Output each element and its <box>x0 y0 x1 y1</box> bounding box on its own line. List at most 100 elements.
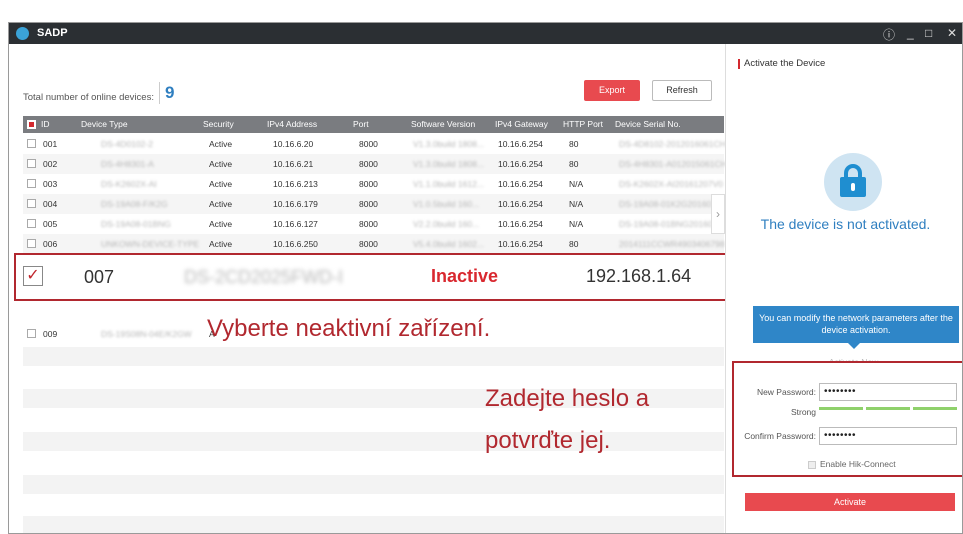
table-row[interactable]: 005 DS-19A08-01BNG Active 10.16.6.127 80… <box>23 214 724 234</box>
cell-gateway: 10.16.6.254 <box>498 239 543 249</box>
cell-id: 007 <box>84 267 115 287</box>
table-header: ID Device Type Security IPv4 Address Por… <box>23 116 724 133</box>
cell-ip: 10.16.6.21 <box>273 159 314 169</box>
hik-connect-checkbox[interactable] <box>808 461 816 469</box>
cell-port: 8000 <box>359 219 378 229</box>
empty-row <box>23 475 724 494</box>
cell-device-type: DS-K2602X-AI <box>101 179 157 189</box>
col-device-type[interactable]: Device Type <box>81 119 128 129</box>
confirm-password-input[interactable]: •••••••• <box>819 427 957 445</box>
selected-inactive-device-row[interactable]: ✓ 007 DS-2CD2025FWD-I Inactive 192.168.1… <box>14 253 727 301</box>
cell-ip: 10.16.6.127 <box>273 219 318 229</box>
table-row[interactable]: 004 DS-19A08-F/K2G Active 10.16.6.179 80… <box>23 194 724 214</box>
cell-software: V1.3.0build 1808... <box>413 159 484 169</box>
collapse-panel-chevron-icon[interactable]: › <box>711 194 725 234</box>
cell-software: V1.1.0build 1612... <box>413 179 484 189</box>
password-annotation-line-2: potvrďte jej. <box>485 427 611 454</box>
window-title: SADP <box>37 27 68 39</box>
cell-device-type: DS-4H8301-A <box>101 159 154 169</box>
col-serial-no[interactable]: Device Serial No. <box>615 119 681 129</box>
activate-button[interactable]: Activate <box>745 493 955 511</box>
activation-tip: You can modify the network parameters af… <box>753 306 959 349</box>
col-port[interactable]: Port <box>353 119 369 129</box>
cell-security: Active <box>209 139 233 149</box>
table-row[interactable]: 001 DS-4D0102-2 Active 10.16.6.20 8000 V… <box>23 134 726 154</box>
cell-id: 009 <box>43 329 58 339</box>
cell-gateway: 10.16.6.254 <box>498 139 543 149</box>
cell-software: V5.4.0build 1602... <box>413 239 484 249</box>
row-checkbox[interactable] <box>27 219 36 228</box>
col-id[interactable]: ID <box>41 119 50 129</box>
cell-serial: 2014111CCWR4903406798 <box>619 239 725 249</box>
cell-software: V1.3.0build 1808... <box>413 139 484 149</box>
row-checkbox[interactable] <box>27 199 36 208</box>
activation-status-text: The device is not activated. <box>760 216 931 232</box>
cell-security: Active <box>209 199 233 209</box>
cell-http-port: 80 <box>569 139 579 149</box>
cell-security: Active <box>209 239 233 249</box>
device-count-value: 9 <box>159 82 174 104</box>
cell-serial: DS-K2602X-AI20161207V0 <box>619 179 723 189</box>
cell-software: V1.0.5build 160... <box>413 199 480 209</box>
cell-id: 006 <box>43 239 58 249</box>
new-password-label: New Password: <box>756 387 816 397</box>
table-row[interactable]: 002 DS-4H8301-A Active 10.16.6.21 8000 V… <box>23 154 727 174</box>
cell-ip: 10.16.6.20 <box>273 139 314 149</box>
close-icon[interactable]: ✕ <box>947 26 957 40</box>
empty-row <box>23 516 724 533</box>
device-count-label: Total number of online devices: <box>23 92 154 103</box>
cell-port: 8000 <box>359 179 378 189</box>
empty-row <box>23 432 724 451</box>
confirm-password-label: Confirm Password: <box>744 431 816 441</box>
cell-serial: DS-19A08-01BNG2016071 <box>619 219 723 229</box>
cell-gateway: 10.16.6.254 <box>498 159 543 169</box>
cell-ip: 10.16.6.250 <box>273 239 318 249</box>
col-security[interactable]: Security <box>203 119 234 129</box>
cell-ip: 10.16.6.213 <box>273 179 318 189</box>
strength-label: Strong <box>790 407 816 417</box>
cell-device-type: DS-2CD2025FWD-I <box>184 267 344 287</box>
select-device-annotation: Vyberte neaktivní zařízení. <box>207 315 491 342</box>
cell-http-port: N/A <box>569 179 584 189</box>
hik-connect-label: Enable Hik-Connect <box>820 459 896 469</box>
cell-device-type: DS-19S08N-04E/K2GW <box>101 329 192 339</box>
row-checkbox[interactable] <box>27 329 36 338</box>
info-icon[interactable]: ⓘ <box>883 26 895 43</box>
table-row[interactable]: 006 UNKOWN-DEVICE-TYPE Active 10.16.6.25… <box>23 234 725 254</box>
cell-device-type: UNKOWN-DEVICE-TYPE <box>101 239 200 249</box>
empty-row <box>23 347 724 366</box>
cell-gateway: 10.16.6.254 <box>498 199 543 209</box>
cell-port: 8000 <box>359 239 378 249</box>
cell-gateway: 10.16.6.254 <box>498 219 543 229</box>
cell-id: 002 <box>43 159 58 169</box>
cell-security: Active <box>209 219 233 229</box>
row-checkbox[interactable] <box>27 139 36 148</box>
cell-serial: DS-19A08-01K2G2016011 <box>619 199 720 209</box>
lock-icon <box>824 153 882 211</box>
cell-device-type: DS-19A08-F/K2G <box>101 199 168 209</box>
row-checkbox[interactable] <box>27 159 36 168</box>
activation-panel-title: Activate the Device <box>738 59 825 69</box>
cell-device-type: DS-19A08-01BNG <box>101 219 171 229</box>
refresh-button[interactable]: Refresh <box>652 80 712 101</box>
row-checkbox[interactable] <box>27 179 36 188</box>
row-checkbox-checked[interactable]: ✓ <box>23 266 43 286</box>
cell-id: 003 <box>43 179 58 189</box>
cell-security: Active <box>209 159 233 169</box>
cell-port: 8000 <box>359 199 378 209</box>
export-button[interactable]: Export <box>584 80 640 101</box>
new-password-input[interactable]: •••••••• <box>819 383 957 401</box>
row-checkbox[interactable] <box>27 239 36 248</box>
col-http-port[interactable]: HTTP Port <box>563 119 603 129</box>
minimize-icon[interactable]: _ <box>907 26 914 40</box>
col-ipv4-gateway[interactable]: IPv4 Gateway <box>495 119 548 129</box>
table-row[interactable]: 003 DS-K2602X-AI Active 10.16.6.213 8000… <box>23 174 724 194</box>
col-software-version[interactable]: Software Version <box>411 119 475 129</box>
cell-gateway: 10.16.6.254 <box>498 179 543 189</box>
select-all-checkbox[interactable] <box>27 120 36 129</box>
maximize-icon[interactable]: □ <box>925 26 932 40</box>
cell-id: 001 <box>43 139 58 149</box>
col-ipv4-address[interactable]: IPv4 Address <box>267 119 317 129</box>
cell-http-port: N/A <box>569 199 584 209</box>
cell-serial: DS-4D8102-2012016061CH <box>619 139 726 149</box>
